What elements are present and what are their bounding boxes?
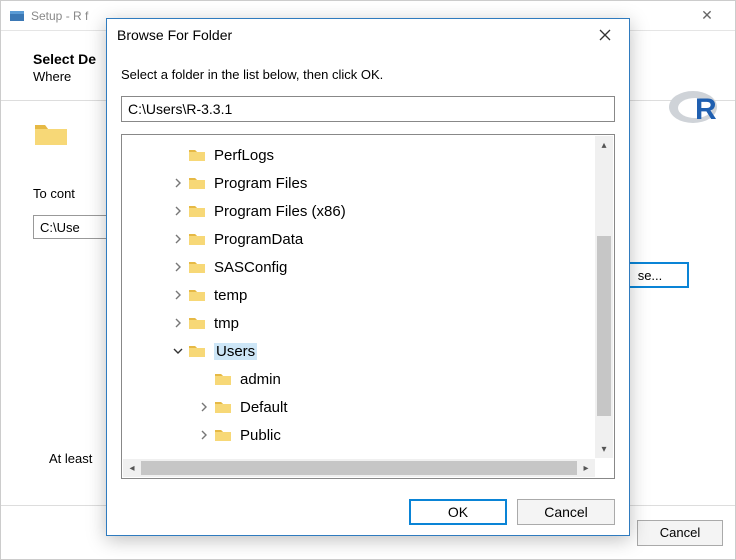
- tree-item-label: Program Files: [214, 175, 307, 192]
- chevron-right-icon[interactable]: [170, 175, 186, 191]
- ok-button[interactable]: OK: [409, 499, 507, 525]
- tree-item[interactable]: admin: [122, 365, 614, 393]
- tree-item-label: Program Files (x86): [214, 203, 346, 220]
- tree-item[interactable]: Users: [122, 337, 614, 365]
- dialog-body: Select a folder in the list below, then …: [107, 51, 629, 489]
- tree-item[interactable]: Program Files (x86): [122, 197, 614, 225]
- tree-item[interactable]: temp: [122, 281, 614, 309]
- tree-item[interactable]: PerfLogs: [122, 141, 614, 169]
- folder-icon: [214, 371, 232, 387]
- chevron-down-icon[interactable]: [170, 343, 186, 359]
- horizontal-scrollbar[interactable]: ◂ ▸: [123, 459, 595, 477]
- scroll-down-icon[interactable]: ▾: [595, 440, 613, 458]
- close-icon[interactable]: [591, 24, 619, 46]
- tree-item-label: tmp: [214, 315, 239, 332]
- folder-icon: [188, 287, 206, 303]
- scroll-right-icon[interactable]: ▸: [577, 463, 595, 474]
- installer-cancel-button[interactable]: Cancel: [637, 520, 723, 546]
- tree-item-label: Public: [240, 427, 281, 444]
- tree-item[interactable]: Default: [122, 393, 614, 421]
- chevron-right-icon[interactable]: [170, 287, 186, 303]
- scroll-up-icon[interactable]: ▴: [595, 136, 613, 154]
- folder-icon: [188, 175, 206, 191]
- cancel-button[interactable]: Cancel: [517, 499, 615, 525]
- vertical-scrollbar[interactable]: ▴ ▾: [595, 136, 613, 458]
- tree-item-label: Default: [240, 399, 288, 416]
- folder-icon: [188, 147, 206, 163]
- folder-icon: [188, 203, 206, 219]
- tree-item[interactable]: ProgramData: [122, 225, 614, 253]
- tree-item-label: ProgramData: [214, 231, 303, 248]
- installer-icon: [9, 8, 25, 24]
- scroll-left-icon[interactable]: ◂: [123, 463, 141, 474]
- folder-icon: [188, 231, 206, 247]
- dialog-titlebar: Browse For Folder: [107, 19, 629, 51]
- tree-item-label: PerfLogs: [214, 147, 274, 164]
- folder-icon: [214, 399, 232, 415]
- tree-item-label: SASConfig: [214, 259, 287, 276]
- chevron-right-icon[interactable]: [170, 231, 186, 247]
- installer-close-icon[interactable]: ✕: [687, 7, 727, 24]
- chevron-right-icon[interactable]: [170, 203, 186, 219]
- folder-tree-container: PerfLogs Program Files Program Files (x86)…: [121, 134, 615, 479]
- chevron-right-icon[interactable]: [196, 427, 212, 443]
- chevron-right-icon[interactable]: [170, 315, 186, 331]
- folder-icon: [214, 427, 232, 443]
- tree-item[interactable]: SASConfig: [122, 253, 614, 281]
- folder-icon: [33, 121, 69, 152]
- folder-path-input[interactable]: [121, 96, 615, 122]
- horizontal-scroll-thumb[interactable]: [141, 461, 577, 475]
- vertical-scroll-thumb[interactable]: [597, 236, 611, 416]
- tree-item[interactable]: Program Files: [122, 169, 614, 197]
- disk-space-text: At least: [49, 451, 92, 466]
- chevron-right-icon[interactable]: [196, 399, 212, 415]
- tree-item-label: admin: [240, 371, 281, 388]
- tree-item-label: Users: [214, 343, 257, 360]
- dialog-instruction: Select a folder in the list below, then …: [121, 67, 615, 82]
- dialog-title: Browse For Folder: [117, 27, 591, 43]
- folder-icon: [188, 315, 206, 331]
- tree-item[interactable]: Public: [122, 421, 614, 449]
- browse-folder-dialog: Browse For Folder Select a folder in the…: [106, 18, 630, 536]
- svg-text:R: R: [695, 93, 717, 126]
- tree-item-label: temp: [214, 287, 247, 304]
- folder-icon: [188, 259, 206, 275]
- folder-icon: [188, 343, 206, 359]
- folder-tree[interactable]: PerfLogs Program Files Program Files (x86)…: [122, 135, 614, 478]
- chevron-right-icon[interactable]: [170, 259, 186, 275]
- dialog-button-row: OK Cancel: [107, 489, 629, 535]
- r-logo-icon: R: [667, 81, 725, 130]
- tree-item[interactable]: tmp: [122, 309, 614, 337]
